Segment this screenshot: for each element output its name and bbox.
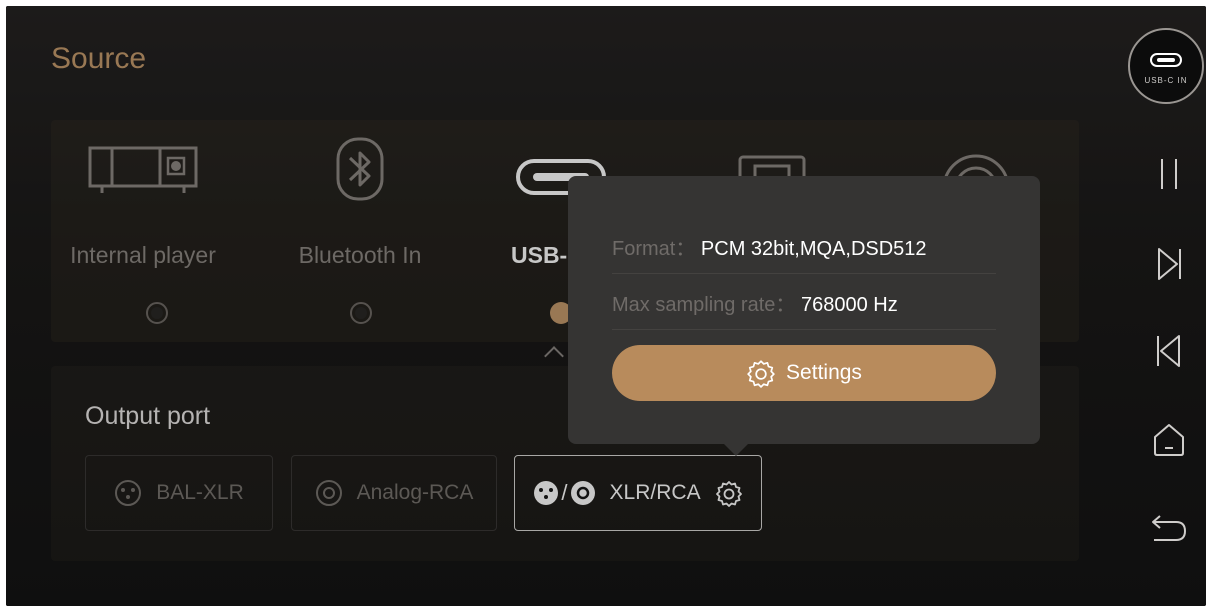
pause-icon [1161, 159, 1177, 189]
badge-label: USB-C IN [1144, 76, 1188, 85]
rate-row: Max sampling rate： 768000 Hz [612, 288, 996, 330]
back-icon [1152, 515, 1187, 541]
back-button[interactable] [1149, 508, 1189, 548]
previous-button[interactable] [1149, 331, 1189, 371]
settings-button[interactable]: Settings [612, 345, 996, 401]
format-info-popup: Format： PCM 32bit,MQA,DSD512 Max samplin… [568, 176, 1040, 456]
format-label: Format： [612, 238, 696, 260]
gear-icon [747, 360, 775, 388]
next-button[interactable] [1149, 244, 1189, 284]
rate-label: Max sampling rate： [612, 294, 796, 316]
rate-value: 768000 Hz [800, 294, 898, 316]
format-value: PCM 32bit,MQA,DSD512 [700, 238, 927, 260]
usb-c-in-badge[interactable]: USB-C IN [1128, 28, 1204, 104]
screen: Source Internal player Bluetooth In USB-… [6, 6, 1206, 606]
settings-label: Settings [786, 361, 862, 384]
next-icon [1158, 248, 1181, 280]
format-row: Format： PCM 32bit,MQA,DSD512 [612, 232, 996, 274]
previous-icon [1157, 335, 1180, 367]
home-icon [1154, 424, 1184, 456]
home-button[interactable] [1149, 420, 1189, 460]
usb-c-icon [1150, 53, 1182, 67]
pause-button[interactable] [1149, 154, 1189, 194]
